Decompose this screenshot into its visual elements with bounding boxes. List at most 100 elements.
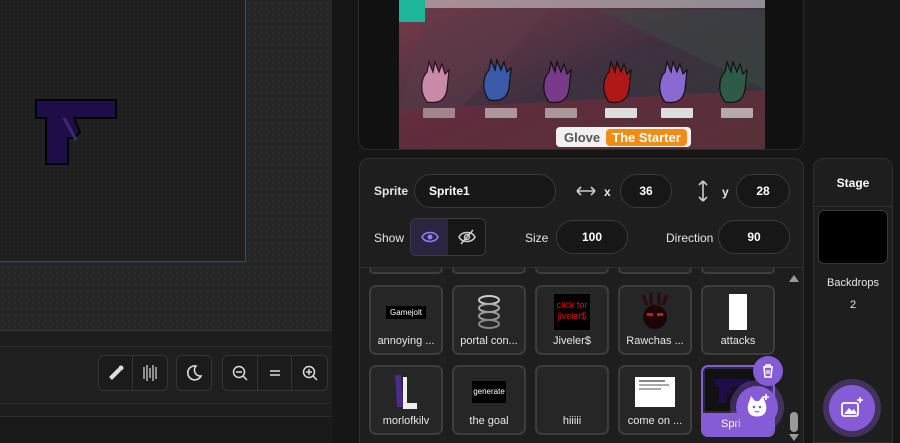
- brush-icon: [108, 365, 124, 380]
- sprite-name: hiiiii: [562, 415, 582, 427]
- sprite-name: morlofkilv: [382, 415, 430, 427]
- thumb-text-line: click for: [556, 300, 588, 310]
- moon-icon: [186, 365, 203, 381]
- creature-icon: [641, 293, 669, 329]
- stage-panel-title: Stage: [814, 159, 892, 207]
- shard-icon: [395, 375, 417, 409]
- sprite-tile-partial[interactable]: [701, 268, 775, 274]
- theme-toggle-button[interactable]: [176, 355, 212, 391]
- stage-preview[interactable]: Glove The Starter: [358, 0, 804, 150]
- mode-toggle-group: [98, 355, 168, 391]
- scroll-up-arrow: [789, 275, 799, 282]
- zoom-out-icon: [232, 365, 248, 381]
- zoom-reset-button[interactable]: [258, 356, 293, 390]
- sprite-list-scrollbar[interactable]: [788, 272, 800, 443]
- sprite-name: come on ...: [627, 415, 683, 427]
- sprite-tile[interactable]: click for jiveler$ Jiveler$: [535, 285, 609, 355]
- costume-gun-shape[interactable]: [34, 96, 124, 168]
- vertical-arrows-icon: [698, 180, 708, 202]
- sprite-tile-partial[interactable]: [452, 268, 526, 274]
- sprite-info-panel: Sprite Sprite1 x 36 y 28 Show Size 100 D…: [359, 158, 804, 268]
- portal-rings-icon: [478, 295, 500, 329]
- add-sprite-button[interactable]: [736, 386, 778, 428]
- sprite-tile[interactable]: generate the goal: [452, 365, 526, 435]
- sprite-thumbnail: Gamejolt: [371, 291, 441, 333]
- sprite-tile[interactable]: portal con...: [452, 285, 526, 355]
- eye-off-icon: [457, 229, 476, 245]
- waveform-icon: [143, 365, 157, 381]
- app-root: Glove The Starter Sprite Sprite1 x 36 y …: [0, 0, 900, 443]
- sprite-thumbnail: click for jiveler$: [537, 291, 607, 333]
- sprite-name: Jiveler$: [553, 335, 591, 347]
- y-input[interactable]: 28: [736, 174, 790, 208]
- sprite-thumbnail: [454, 291, 524, 333]
- add-backdrop-button[interactable]: [829, 385, 875, 431]
- show-label: Show: [374, 231, 405, 245]
- sprite-list: Gamejolt annoying ... portal con... clic…: [359, 268, 804, 443]
- sprite-tile-partial[interactable]: [618, 268, 692, 274]
- trash-icon: [763, 364, 773, 378]
- visibility-toggle: [410, 218, 486, 256]
- size-label: Size: [525, 231, 549, 245]
- sprite-name: annoying ...: [377, 335, 435, 347]
- sprite-name-input[interactable]: Sprite1: [414, 174, 556, 208]
- sprite-tile-partial[interactable]: [369, 268, 443, 274]
- sprite-tile[interactable]: attacks: [701, 285, 775, 355]
- sprite-name-label: Sprite: [374, 184, 409, 198]
- sprite-tile[interactable]: Gamejolt annoying ...: [369, 285, 443, 355]
- sprite-tile[interactable]: hiiiii: [535, 365, 609, 435]
- sprite-name: attacks: [720, 335, 756, 347]
- x-label: x: [604, 185, 611, 199]
- zoom-in-icon: [302, 365, 318, 381]
- vector-mode-button[interactable]: [133, 356, 167, 390]
- monitor-label: Glove: [564, 129, 601, 145]
- sprite-tile[interactable]: Rawchas ...: [618, 285, 692, 355]
- zoom-in-button[interactable]: [292, 356, 327, 390]
- sprite-thumbnail: [537, 371, 607, 413]
- x-input[interactable]: 36: [620, 174, 672, 208]
- sprite-name: portal con...: [460, 335, 518, 347]
- sprite-thumbnail: [371, 371, 441, 413]
- editor-canvas[interactable]: [0, 0, 246, 262]
- thumb-text: generate: [472, 381, 506, 403]
- scroll-down-arrow: [789, 434, 799, 441]
- editor-bottom-strip: [0, 416, 332, 443]
- show-hidden-button[interactable]: [448, 219, 485, 255]
- thumb-text-block: click for jiveler$: [554, 294, 590, 330]
- thumb-text: Gamejolt: [385, 305, 426, 319]
- editor-toolbar: [0, 346, 332, 404]
- document-thumb: [635, 377, 675, 407]
- direction-input[interactable]: 90: [718, 220, 790, 254]
- editor-gutter: [332, 0, 348, 443]
- eye-icon: [420, 231, 439, 243]
- stage-thumbnail[interactable]: [818, 210, 888, 264]
- sprite-thumbnail: [703, 291, 773, 333]
- sprite-thumbnail: [620, 291, 690, 333]
- variable-monitor[interactable]: Glove The Starter: [556, 127, 691, 147]
- cat-plus-icon: [747, 394, 769, 417]
- zoom-controls: [222, 355, 328, 391]
- editor-canvas-area[interactable]: [0, 0, 332, 330]
- equals-icon: [269, 370, 280, 376]
- costume-editor: [0, 0, 332, 443]
- backdrops-label: Backdrops: [827, 277, 879, 289]
- bitmap-mode-button[interactable]: [99, 356, 134, 390]
- sprite-thumbnail: [620, 371, 690, 413]
- sprite-name: the goal: [469, 415, 509, 427]
- delete-sprite-button[interactable]: [753, 356, 783, 386]
- white-block: [729, 294, 747, 330]
- backdrops-count: 2: [849, 299, 857, 311]
- size-input[interactable]: 100: [556, 220, 628, 254]
- sprite-thumbnail: generate: [454, 371, 524, 413]
- scroll-thumb: [790, 412, 798, 432]
- direction-label: Direction: [666, 231, 714, 245]
- zoom-out-button[interactable]: [223, 356, 258, 390]
- editor-divider: [0, 330, 332, 331]
- image-plus-icon: [841, 397, 863, 417]
- thumb-text-line: jiveler$: [557, 311, 587, 321]
- show-visible-button[interactable]: [411, 219, 448, 255]
- sprite-tile[interactable]: morlofkilv: [369, 365, 443, 435]
- horizontal-arrows-icon: [576, 186, 596, 196]
- sprite-tile-partial[interactable]: [535, 268, 609, 274]
- sprite-tile[interactable]: come on ...: [618, 365, 692, 435]
